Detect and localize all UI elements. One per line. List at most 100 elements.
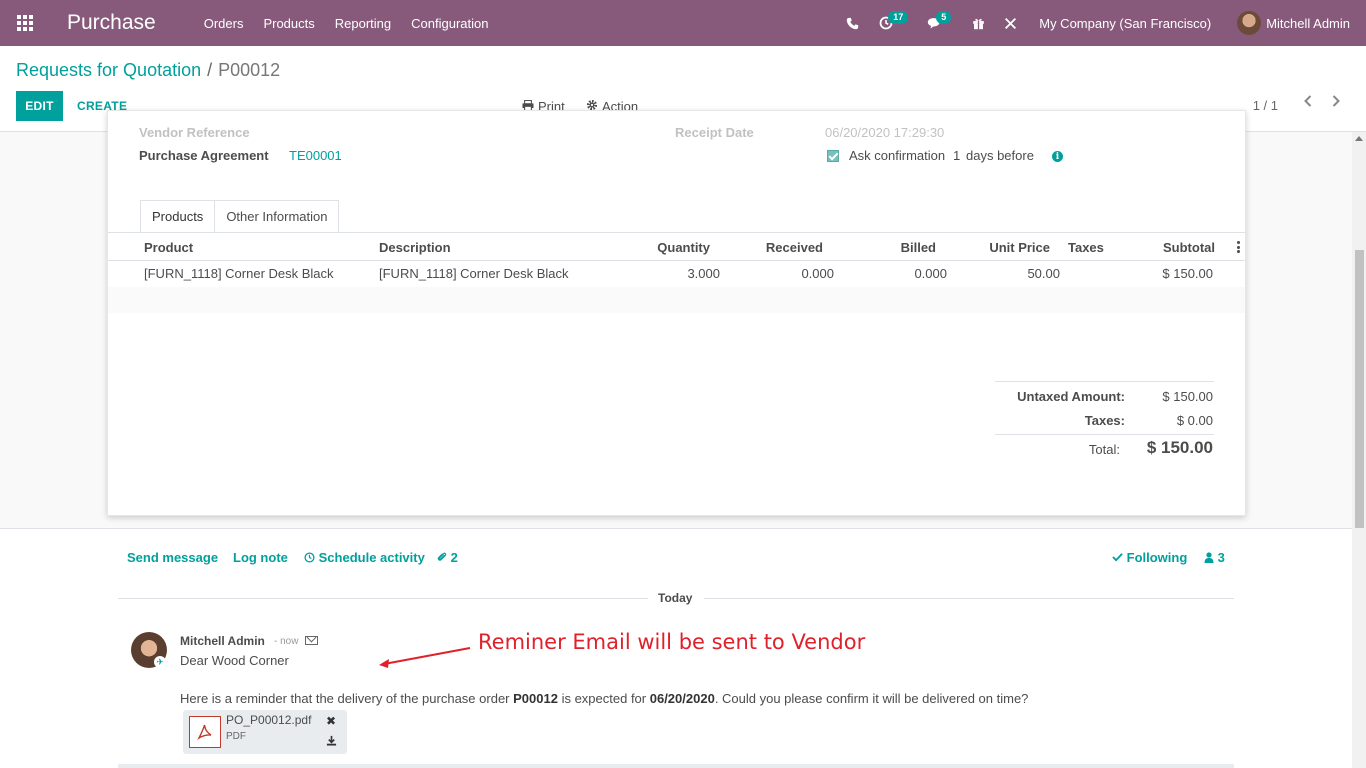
- empty-row: [108, 287, 1245, 313]
- gift-icon[interactable]: [963, 0, 993, 46]
- totals-separator: [995, 434, 1214, 435]
- cell-product: [FURN_1118] Corner Desk Black: [144, 266, 334, 281]
- send-message-button[interactable]: Send message: [127, 550, 218, 565]
- cell-description: [FURN_1118] Corner Desk Black: [379, 266, 569, 281]
- order-lines-header: Product Description Quantity Received Bi…: [108, 233, 1245, 261]
- schedule-activity-label: Schedule activity: [318, 550, 425, 565]
- messaging-icon[interactable]: 5: [919, 0, 952, 46]
- check-icon: [1112, 550, 1123, 565]
- cell-unit-price: 50.00: [1027, 266, 1060, 281]
- annotation-text: Reminer Email will be sent to Vendor: [478, 630, 866, 654]
- tab-other-information[interactable]: Other Information: [214, 200, 340, 233]
- remove-attachment-icon[interactable]: ✖: [326, 714, 336, 728]
- untaxed-amount-value: $ 150.00: [1162, 389, 1213, 404]
- untaxed-amount-label: Untaxed Amount:: [1017, 389, 1125, 404]
- annotation-arrow-icon: [379, 647, 471, 668]
- page-scrollbar[interactable]: [1352, 132, 1366, 768]
- purchase-agreement-label: Purchase Agreement: [139, 148, 269, 163]
- menu-products[interactable]: Products: [263, 16, 314, 31]
- following-label: Following: [1126, 550, 1188, 565]
- app-title: Purchase: [67, 11, 156, 34]
- download-icon[interactable]: [326, 735, 337, 749]
- col-received[interactable]: Received: [766, 240, 823, 255]
- optional-columns-icon[interactable]: [1237, 241, 1240, 253]
- taxes-value: $ 0.00: [1176, 413, 1213, 428]
- phone-icon[interactable]: [837, 0, 867, 46]
- debug-tools-icon[interactable]: [995, 0, 1025, 46]
- breadcrumb-current: P00012: [218, 60, 281, 80]
- ask-confirmation-days[interactable]: 1: [953, 148, 960, 163]
- activity-count-badge: 17: [888, 11, 909, 24]
- receipt-date-label: Receipt Date: [675, 125, 754, 140]
- message-body: Here is a reminder that the delivery of …: [180, 691, 1029, 706]
- apps-menu-icon[interactable]: [0, 0, 50, 46]
- col-billed[interactable]: Billed: [901, 240, 936, 255]
- col-product[interactable]: Product: [144, 240, 193, 255]
- followers-button[interactable]: 3: [1204, 550, 1225, 566]
- cell-received: 0.000: [801, 266, 834, 281]
- message-greeting: Dear Wood Corner: [180, 653, 289, 668]
- col-unit-price[interactable]: Unit Price: [989, 240, 1050, 255]
- total-label: Total:: [1088, 442, 1120, 457]
- pager-value[interactable]: 1 / 1: [1253, 98, 1278, 113]
- attachments-count: 2: [450, 550, 458, 565]
- attachments-button[interactable]: 2: [437, 550, 458, 566]
- attachment-type: PDF: [226, 731, 246, 742]
- date-separator-label: Today: [658, 591, 693, 605]
- message-count-badge: 5: [936, 11, 952, 24]
- notebook-tabs: Products Other Information: [140, 200, 340, 233]
- purchase-agreement-link[interactable]: TE00001: [289, 148, 342, 163]
- cell-billed: 0.000: [914, 266, 947, 281]
- next-message-strip: [118, 764, 1234, 768]
- user-avatar[interactable]: [1237, 11, 1262, 35]
- edit-button[interactable]: EDIT: [16, 91, 63, 121]
- pager-next-icon[interactable]: [1331, 94, 1341, 113]
- date-separator: Today: [118, 590, 1234, 606]
- table-row[interactable]: [FURN_1118] Corner Desk Black [FURN_1118…: [108, 261, 1245, 287]
- taxes-label: Taxes:: [1084, 413, 1125, 428]
- airplane-icon: ✈: [154, 656, 166, 668]
- tab-products[interactable]: Products: [140, 200, 216, 233]
- ask-confirmation-checkbox[interactable]: [827, 150, 839, 162]
- pager-previous-icon[interactable]: [1303, 94, 1313, 113]
- breadcrumb: Requests for Quotation / P00012: [16, 60, 280, 81]
- total-value: $ 150.00: [1146, 438, 1213, 457]
- paperclip-icon: [437, 551, 447, 566]
- ask-confirmation-suffix: days before: [966, 148, 1034, 163]
- attachment-name: PO_P00012.pdf: [226, 713, 312, 727]
- message-time: - now: [274, 636, 299, 647]
- user-icon: [1204, 551, 1214, 566]
- attachment-card[interactable]: PO_P00012.pdf PDF ✖: [183, 710, 347, 754]
- receipt-date-value: 06/20/2020 17:29:30: [825, 125, 945, 140]
- menu-configuration[interactable]: Configuration: [411, 16, 488, 31]
- col-taxes[interactable]: Taxes: [1068, 240, 1104, 255]
- col-description[interactable]: Description: [379, 240, 451, 255]
- cell-quantity: 3.000: [687, 266, 720, 281]
- clock-icon: [304, 551, 315, 566]
- activity-clock-icon[interactable]: 17: [871, 0, 909, 46]
- menu-orders[interactable]: Orders: [204, 16, 244, 31]
- top-navbar: Purchase Orders Products Reporting Confi…: [0, 0, 1366, 46]
- info-icon[interactable]: i: [1052, 151, 1063, 162]
- col-quantity[interactable]: Quantity: [657, 240, 710, 255]
- following-button[interactable]: Following: [1112, 550, 1187, 565]
- ask-confirmation-label: Ask confirmation: [849, 148, 946, 163]
- menu-reporting[interactable]: Reporting: [335, 16, 391, 31]
- envelope-icon: [305, 636, 318, 645]
- message-author[interactable]: Mitchell Admin: [180, 634, 265, 648]
- log-note-button[interactable]: Log note: [233, 550, 288, 565]
- schedule-activity-button[interactable]: Schedule activity: [304, 550, 425, 566]
- breadcrumb-separator: /: [207, 60, 213, 80]
- scroll-up-icon[interactable]: [1355, 136, 1363, 141]
- user-menu[interactable]: Mitchell Admin: [1266, 16, 1350, 31]
- col-subtotal[interactable]: Subtotal: [1163, 240, 1215, 255]
- company-switcher[interactable]: My Company (San Francisco): [1039, 16, 1211, 31]
- pdf-file-icon: [189, 716, 221, 748]
- scroll-thumb[interactable]: [1355, 250, 1364, 528]
- vendor-reference-label: Vendor Reference: [139, 125, 250, 140]
- empty-row: [108, 313, 1245, 339]
- totals-top-border: [995, 381, 1214, 382]
- followers-count: 3: [1217, 550, 1225, 565]
- form-sheet: Vendor Reference Receipt Date 06/20/2020…: [107, 110, 1246, 516]
- breadcrumb-parent[interactable]: Requests for Quotation: [16, 60, 201, 80]
